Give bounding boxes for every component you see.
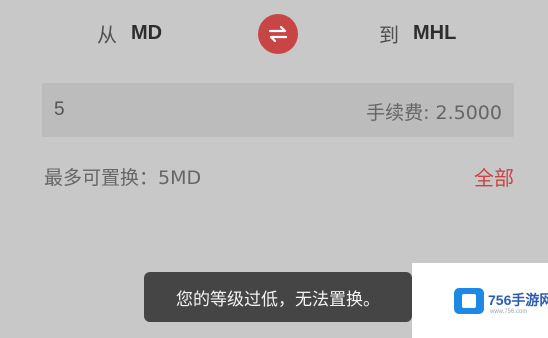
from-currency-code[interactable]: MD [131,22,162,45]
watermark-title: 756手游网 [488,292,548,308]
fee-text: 手续费: 2.5000 [366,102,502,124]
exchange-header: 从 MD 到 MHL [0,0,548,70]
swap-arrows-icon [268,25,288,43]
to-label: 到 [379,22,399,47]
watermark-url: www.756.com [490,309,528,315]
from-label: 从 [97,22,117,47]
to-currency-code[interactable]: MHL [413,22,456,45]
swap-button[interactable] [258,14,298,54]
watermark: 756手游网 www.756.com [412,263,548,338]
amount-field-container: 手续费: 2.5000 [42,83,514,137]
toast-message: 您的等级过低，无法置换。 [144,272,412,322]
all-button[interactable]: 全部 [474,162,514,191]
from-currency[interactable]: 从 MD [97,18,162,48]
watermark-logo-icon [454,288,484,314]
amount-input[interactable] [54,98,254,122]
max-exchange-row: 最多可置换：5MD 全部 [44,161,514,191]
max-exchange-text: 最多可置换：5MD [44,167,202,189]
toast-text: 您的等级过低，无法置换。 [176,289,380,310]
to-currency[interactable]: 到 MHL [379,18,456,48]
